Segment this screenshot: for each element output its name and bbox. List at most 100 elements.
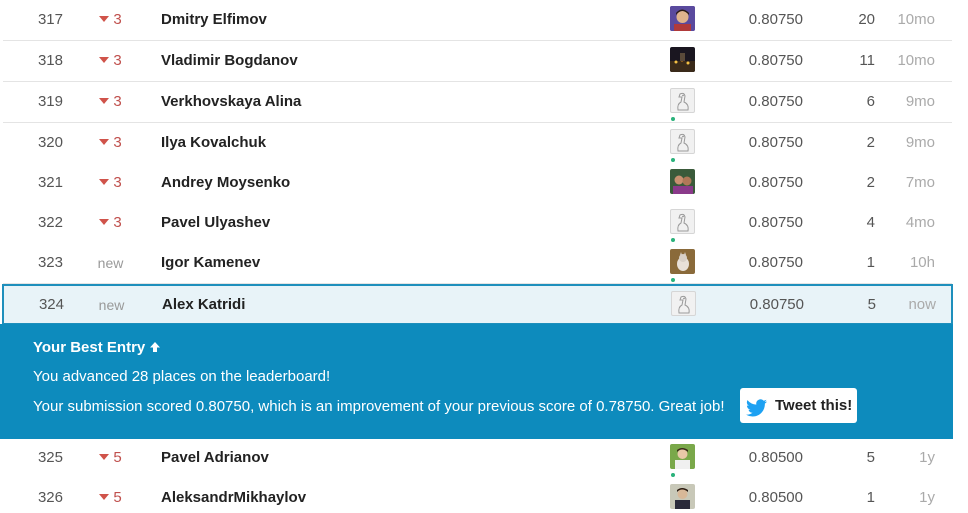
last-submission: 10mo [897, 11, 935, 28]
rank: 319 [37, 93, 63, 110]
rank: 318 [37, 52, 63, 69]
rank-change: 3 [83, 0, 138, 40]
twitter-bird-icon [746, 396, 768, 417]
entries: 1 [866, 489, 875, 506]
team-name[interactable]: Vladimir Bogdanov [161, 41, 561, 81]
last-submission: 9mo [905, 93, 935, 110]
banner-title: Your Best Entry [33, 339, 161, 356]
avatar[interactable] [670, 88, 695, 121]
last-submission: 10h [909, 254, 935, 271]
last-submission: 7mo [905, 174, 935, 191]
avatar[interactable] [670, 129, 695, 162]
online-status-dot [671, 117, 675, 121]
avatar[interactable] [671, 291, 696, 316]
score: 0.80750 [748, 93, 803, 110]
rank-change: new [98, 297, 125, 313]
online-status-dot [671, 278, 675, 282]
caret-down-icon [99, 219, 110, 226]
rank: 321 [37, 174, 63, 191]
online-status-dot [671, 238, 675, 242]
rank: 317 [37, 11, 63, 28]
entries: 6 [866, 93, 875, 110]
caret-down-icon [99, 494, 110, 501]
leaderboard-row[interactable]: 323 new Igor Kamenev 0.80750 1 10h [3, 243, 952, 284]
leaderboard-row[interactable]: 317 3 Dmitry Elfimov 0.80750 20 10mo [3, 0, 952, 41]
team-name[interactable]: Pavel Adrianov [161, 438, 561, 478]
avatar[interactable] [670, 169, 695, 194]
caret-down-icon [99, 179, 110, 186]
rank: 325 [37, 449, 63, 466]
banner-advance-message: You advanced 28 places on the leaderboar… [33, 368, 331, 385]
rank-change: 3 [83, 82, 138, 122]
caret-down-icon [99, 98, 110, 105]
rank: 322 [37, 214, 63, 231]
leaderboard-row[interactable]: 325 5 Pavel Adrianov 0.80500 5 1y [3, 438, 952, 479]
entries: 2 [866, 134, 875, 151]
score: 0.80750 [748, 11, 803, 28]
score: 0.80750 [748, 214, 803, 231]
leaderboard-row[interactable]: 322 3 Pavel Ulyashev 0.80750 4 4mo [3, 203, 952, 244]
team-name[interactable]: Igor Kamenev [161, 243, 561, 283]
entries: 2 [866, 174, 875, 191]
caret-down-icon [99, 16, 110, 23]
team-name[interactable]: Pavel Ulyashev [161, 203, 561, 243]
last-submission: 1y [919, 449, 935, 466]
leaderboard-row[interactable]: 326 5 AleksandrMikhaylov 0.80500 1 1y [3, 478, 952, 513]
leaderboard-row[interactable]: 320 3 Ilya Kovalchuk 0.80750 2 9mo [3, 123, 952, 164]
rank-change: 3 [83, 203, 138, 243]
last-submission: 4mo [905, 214, 935, 231]
team-name[interactable]: Alex Katridi [162, 285, 562, 325]
rank-change: 5 [83, 478, 138, 513]
score: 0.80750 [748, 52, 803, 69]
score: 0.80750 [748, 134, 803, 151]
score: 0.80750 [748, 174, 803, 191]
last-submission: 9mo [905, 134, 935, 151]
avatar[interactable] [670, 6, 695, 31]
leaderboard-row-current-user[interactable]: 324 new Alex Katridi 0.80750 5 now [2, 284, 953, 325]
team-name[interactable]: Ilya Kovalchuk [161, 123, 561, 163]
score: 0.80500 [748, 449, 803, 466]
caret-down-icon [99, 454, 110, 461]
team-name[interactable]: AleksandrMikhaylov [161, 478, 561, 513]
caret-down-icon [99, 57, 110, 64]
caret-down-icon [99, 139, 110, 146]
last-submission: 10mo [897, 52, 935, 69]
leaderboard-row[interactable]: 318 3 Vladimir Bogdanov 0.80750 11 10mo [3, 41, 952, 82]
avatar[interactable] [670, 209, 695, 242]
online-status-dot [671, 158, 675, 162]
rank-change: 3 [83, 41, 138, 81]
entries: 4 [866, 214, 875, 231]
avatar[interactable] [670, 47, 695, 72]
entries: 1 [866, 254, 875, 271]
entries: 20 [858, 11, 875, 28]
best-entry-banner: Your Best Entry You advanced 28 places o… [0, 324, 953, 439]
last-submission: now [908, 296, 936, 313]
score: 0.80750 [749, 296, 804, 313]
online-status-dot [671, 473, 675, 477]
last-submission: 1y [919, 489, 935, 506]
tweet-button[interactable]: Tweet this! [740, 388, 857, 423]
rank-change: 3 [83, 123, 138, 163]
arrow-up-icon [149, 339, 161, 356]
rank: 326 [37, 489, 63, 506]
rank-change: 3 [83, 163, 138, 203]
rank: 324 [38, 296, 64, 313]
rank-change: new [97, 255, 124, 271]
rank: 320 [37, 134, 63, 151]
avatar[interactable] [670, 484, 695, 509]
entries: 5 [866, 449, 875, 466]
team-name[interactable]: Andrey Moysenko [161, 163, 561, 203]
rank: 323 [37, 254, 63, 271]
rank-change: 5 [83, 438, 138, 478]
banner-score-message: Your submission scored 0.80750, which is… [33, 398, 725, 415]
score: 0.80500 [748, 489, 803, 506]
avatar[interactable] [670, 249, 695, 282]
leaderboard-row[interactable]: 319 3 Verkhovskaya Alina 0.80750 6 9mo [3, 82, 952, 123]
entries: 5 [867, 296, 876, 313]
entries: 11 [859, 52, 875, 69]
team-name[interactable]: Verkhovskaya Alina [161, 82, 561, 122]
team-name[interactable]: Dmitry Elfimov [161, 0, 561, 40]
score: 0.80750 [748, 254, 803, 271]
avatar[interactable] [670, 444, 695, 477]
leaderboard-row[interactable]: 321 3 Andrey Moysenko 0.80750 2 7mo [3, 163, 952, 204]
